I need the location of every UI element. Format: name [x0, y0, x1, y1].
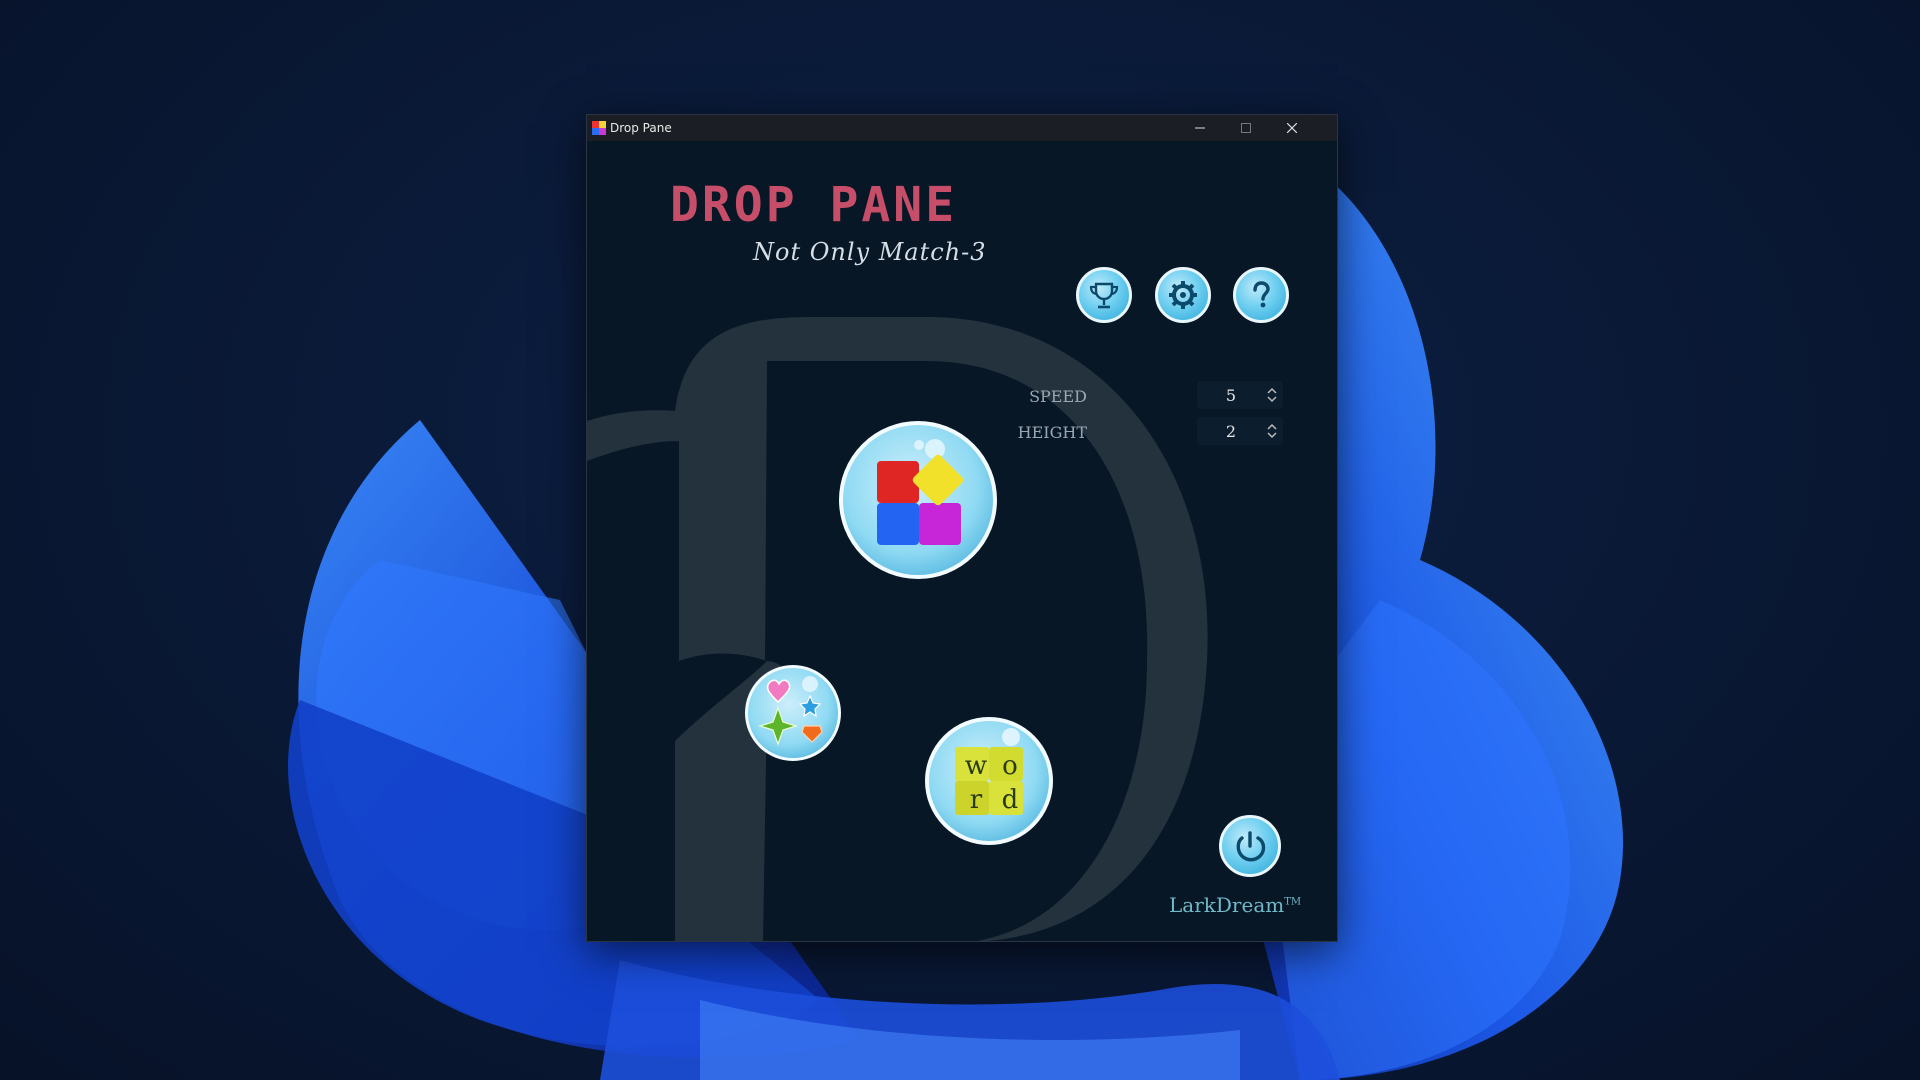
window-title: Drop Pane [610, 121, 672, 135]
word-tile: d [1001, 785, 1019, 815]
trademark: TM [1284, 896, 1302, 908]
word-game-button[interactable]: w o r d [925, 717, 1053, 845]
brand-label: LarkDreamTM [1169, 893, 1329, 917]
maximize-icon [1241, 123, 1251, 133]
app-window: Drop Pane DROP PANE Not Only Match-3 SPE… [586, 114, 1338, 942]
settings-button[interactable] [1155, 267, 1211, 323]
minimize-button[interactable] [1177, 115, 1223, 141]
colored-blocks-icon [877, 439, 964, 545]
logo-title: DROP PANE [670, 177, 958, 233]
gems-icon [757, 676, 823, 746]
maximize-button[interactable] [1223, 115, 1269, 141]
brand-name: LarkDream [1169, 893, 1285, 917]
word-tile: o [1002, 751, 1018, 781]
height-label: HEIGHT [1017, 423, 1087, 442]
logo-subtitle: Not Only Match-3 [753, 238, 987, 266]
trophy-button[interactable] [1076, 267, 1132, 323]
power-icon [1236, 831, 1266, 862]
close-icon [1287, 123, 1297, 133]
spinner-arrows-icon[interactable] [1265, 385, 1279, 405]
word-tiles-icon [955, 728, 1023, 815]
app-icon [592, 121, 606, 135]
trophy-icon [1089, 282, 1119, 309]
height-spinbox[interactable]: 2 [1197, 417, 1283, 445]
speed-value[interactable]: 5 [1197, 386, 1265, 405]
spinner-arrows-icon[interactable] [1265, 421, 1279, 441]
gear-icon [1169, 281, 1197, 309]
title-bar[interactable]: Drop Pane [587, 115, 1337, 141]
height-value[interactable]: 2 [1197, 422, 1265, 441]
power-button[interactable] [1219, 815, 1281, 877]
help-button[interactable] [1233, 267, 1289, 323]
gems-game-button[interactable] [745, 665, 841, 761]
speed-label: SPEED [1029, 387, 1087, 406]
game-menu: DROP PANE Not Only Match-3 SPEED 5 HEIGH… [587, 141, 1337, 941]
minimize-icon [1195, 127, 1205, 129]
speed-spinbox[interactable]: 5 [1197, 381, 1283, 409]
question-icon [1253, 281, 1270, 308]
word-tile: w [964, 751, 988, 781]
word-tile: r [969, 785, 983, 815]
match3-game-button[interactable] [839, 421, 997, 579]
close-button[interactable] [1269, 115, 1315, 141]
